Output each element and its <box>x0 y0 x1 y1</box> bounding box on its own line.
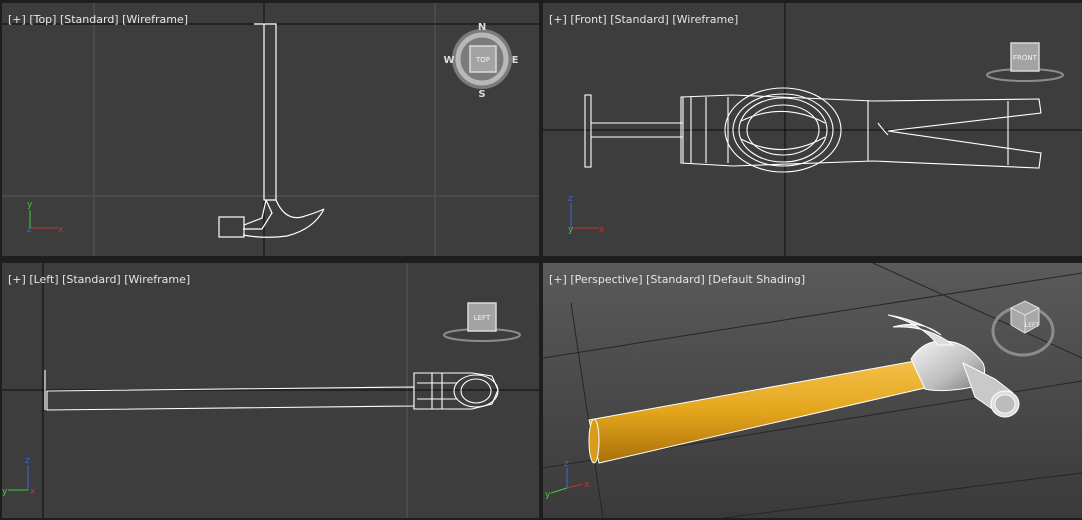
viewcube-left[interactable]: LEFT <box>443 302 521 342</box>
view-name-button[interactable]: [Left] <box>29 273 58 286</box>
svg-text:z: z <box>27 225 32 235</box>
compass-west: W <box>443 55 454 66</box>
viewport-perspective-canvas: z y x LEFT <box>543 263 1082 518</box>
shading-mode-button[interactable]: [Wireframe] <box>122 13 188 26</box>
svg-text:z: z <box>564 459 569 469</box>
compass-south: S <box>478 89 485 100</box>
svg-text:x: x <box>599 225 605 235</box>
viewport-top-label: [+] [Top] [Standard] [Wireframe] <box>8 13 188 26</box>
viewport-menu-button[interactable]: [+] <box>8 13 26 26</box>
axis-tripod: y x z <box>27 200 64 235</box>
svg-text:y: y <box>545 490 551 500</box>
svg-text:y: y <box>568 225 574 235</box>
viewport-left-canvas: z y x LEFT <box>2 263 539 518</box>
shading-mode-button[interactable]: [Default Shading] <box>708 273 805 286</box>
svg-text:z: z <box>25 456 30 466</box>
render-mode-button[interactable]: [Standard] <box>62 273 121 286</box>
svg-text:z: z <box>568 194 573 204</box>
viewcube-face-label: TOP <box>475 56 490 64</box>
svg-text:x: x <box>58 225 64 235</box>
hammer-wireframe-top <box>218 23 325 238</box>
view-name-button[interactable]: [Front] <box>570 13 606 26</box>
viewport-front-canvas: z x y FRONT <box>543 3 1082 256</box>
svg-text:y: y <box>2 487 8 497</box>
axis-tripod: z x y <box>568 194 605 235</box>
shading-mode-button[interactable]: [Wireframe] <box>124 273 190 286</box>
compass-east: E <box>512 55 519 66</box>
viewcube-face-label: FRONT <box>1013 54 1038 62</box>
view-name-button[interactable]: [Perspective] <box>570 273 642 286</box>
svg-text:x: x <box>584 480 590 490</box>
viewport-menu-button[interactable]: [+] <box>8 273 26 286</box>
render-mode-button[interactable]: [Standard] <box>60 13 119 26</box>
viewcube-face-label: LEFT <box>474 314 491 322</box>
viewport-left-label: [+] [Left] [Standard] [Wireframe] <box>8 273 190 286</box>
shading-mode-button[interactable]: [Wireframe] <box>672 13 738 26</box>
render-mode-button[interactable]: [Standard] <box>610 13 669 26</box>
svg-text:x: x <box>30 487 36 497</box>
viewcube-front[interactable]: FRONT <box>986 42 1064 82</box>
render-mode-button[interactable]: [Standard] <box>646 273 705 286</box>
viewport-menu-button[interactable]: [+] <box>549 13 567 26</box>
viewport-front-label: [+] [Front] [Standard] [Wireframe] <box>549 13 738 26</box>
svg-text:y: y <box>27 200 33 210</box>
compass-north: N <box>478 22 486 33</box>
viewport-menu-button[interactable]: [+] <box>549 273 567 286</box>
view-name-button[interactable]: [Top] <box>29 13 56 26</box>
axis-tripod: z y x <box>2 456 36 497</box>
viewcube-face-label: LEFT <box>1025 322 1039 329</box>
viewcube-top[interactable]: TOP N S E W <box>443 22 518 100</box>
viewport-perspective-label: [+] [Perspective] [Standard] [Default Sh… <box>549 273 805 286</box>
viewport-left[interactable]: [+] [Left] [Standard] [Wireframe] z y x <box>2 263 539 518</box>
viewport-top[interactable]: [+] [Top] [Standard] [Wireframe] y x z T… <box>2 3 539 256</box>
viewport-front[interactable]: [+] [Front] [Standard] [Wireframe] z x y… <box>543 3 1082 256</box>
viewport-perspective[interactable]: [+] [Perspective] [Standard] [Default Sh… <box>543 263 1082 518</box>
viewport-top-canvas: y x z TOP N S E W <box>2 3 539 256</box>
